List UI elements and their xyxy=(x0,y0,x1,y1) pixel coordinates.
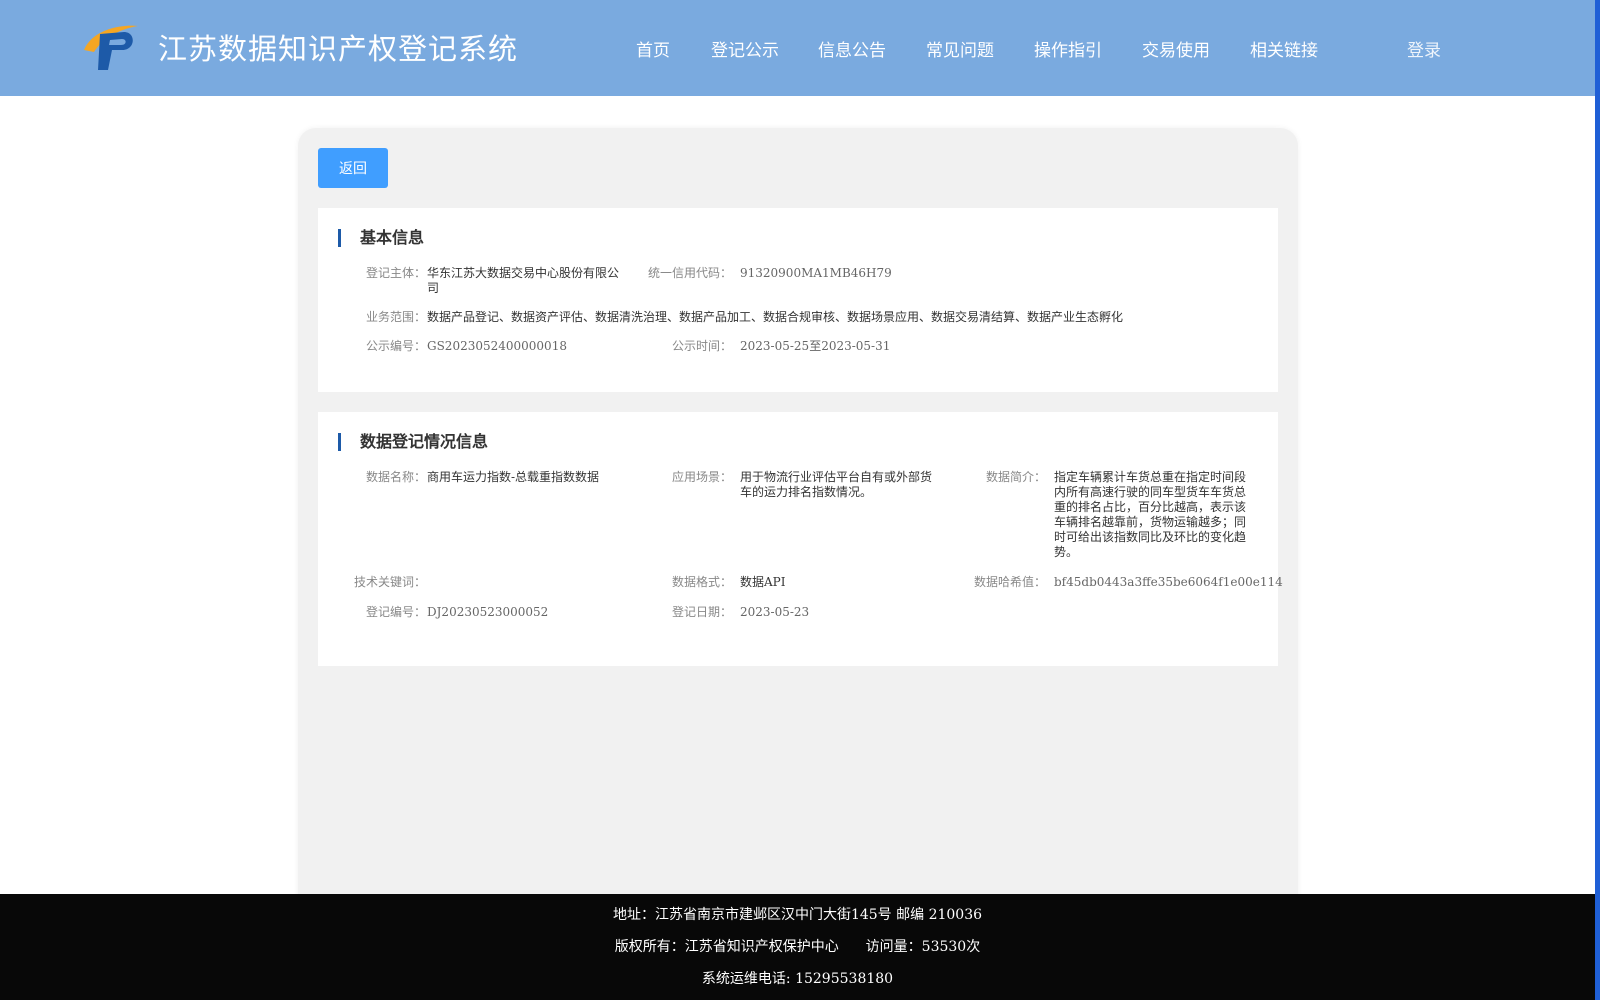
footer-copyright-row: 版权所有：江苏省知识产权保护中心 访问量：53530次 xyxy=(0,936,1595,956)
top-header: 江苏数据知识产权登记系统 首页 登记公示 信息公告 常见问题 操作指引 交易使用… xyxy=(0,0,1595,96)
notice-no-label: 公示编号： xyxy=(365,339,426,353)
intro-line: 势。 xyxy=(1054,545,1079,559)
registration-info-title: 数据登记情况信息 xyxy=(338,432,488,452)
credit-code-label: 统一信用代码： xyxy=(647,266,732,280)
intro-line: 时可给出该指数同比及环比的变化趋 xyxy=(1054,530,1247,544)
nav-registration-notice[interactable]: 登记公示 xyxy=(711,36,779,61)
data-hash-value: bf45db0443a3ffe35be6064f1e00e114 xyxy=(1054,575,1283,589)
scrollbar[interactable] xyxy=(1595,0,1600,1000)
ip-logo-icon[interactable] xyxy=(80,20,140,72)
entity-label: 登记主体： xyxy=(365,266,426,280)
tech-keywords-label: 技术关键词： xyxy=(353,575,426,589)
data-name-label: 数据名称： xyxy=(365,470,426,484)
credit-code-value: 91320900MA1MB46H79 xyxy=(740,266,892,280)
notice-time-label: 公示时间： xyxy=(671,339,732,353)
notice-no-value: GS2023052400000018 xyxy=(427,339,567,353)
intro-line: 重的排名占比，百分比越高，表示该 xyxy=(1054,500,1247,514)
data-hash-label: 数据哈希值： xyxy=(973,575,1046,589)
footer-phone: 系统运维电话: 15295538180 xyxy=(701,971,894,987)
business-scope-label: 业务范围： xyxy=(365,310,426,324)
reg-date-label: 登记日期： xyxy=(671,605,732,619)
application-scene-label: 应用场景： xyxy=(671,470,732,484)
registration-info-card: 数据登记情况信息 数据名称： 商用车运力指数-总载重指数数据 应用场景： 用于物… xyxy=(318,412,1283,666)
data-intro-value: 指定车辆累计车货总重在指定时间段 内所有高速行驶的同车型货车车货总 重的排名占比… xyxy=(1054,470,1254,560)
intro-line: 指定车辆累计车货总重在指定时间段 xyxy=(1054,470,1247,484)
footer-visits: 访问量：53530次 xyxy=(865,939,981,955)
reg-no-label: 登记编号： xyxy=(365,605,426,619)
nav-trade-use[interactable]: 交易使用 xyxy=(1142,36,1210,61)
data-intro-label: 数据简介： xyxy=(985,470,1046,484)
data-format-label: 数据格式： xyxy=(671,575,732,589)
scene-line: 用于物流行业评估平台自有或外部货 xyxy=(740,470,933,484)
intro-line: 车辆排名越靠前，货物运输越多；同 xyxy=(1054,515,1247,529)
nav-announcements[interactable]: 信息公告 xyxy=(818,36,886,61)
site-title[interactable]: 江苏数据知识产权登记系统 xyxy=(158,26,518,68)
nav-faq[interactable]: 常见问题 xyxy=(926,36,994,61)
reg-no-value: DJ20230523000052 xyxy=(427,605,549,619)
business-scope-value: 数据产品登记、数据资产评估、数据清洗治理、数据产品加工、数据合规审核、数据场景应… xyxy=(427,310,1124,324)
detail-panel: 返回 基本信息 登记主体： 华东江苏大数据交易中心股份有限公 司 统一信用代码：… xyxy=(298,128,1298,908)
entity-value: 华东江苏大数据交易中心股份有限公 司 xyxy=(427,266,627,296)
page-footer: 地址：江苏省南京市建邺区汉中门大街145号 邮编 210036 版权所有：江苏省… xyxy=(0,894,1595,1000)
entity-value-line: 华东江苏大数据交易中心股份有限公 xyxy=(427,266,620,280)
nav-guide[interactable]: 操作指引 xyxy=(1034,36,1102,61)
nav-related-links[interactable]: 相关链接 xyxy=(1250,36,1318,61)
footer-address: 地址：江苏省南京市建邺区汉中门大街145号 邮编 210036 xyxy=(612,907,983,923)
back-button[interactable]: 返回 xyxy=(318,148,388,188)
data-format-value: 数据API xyxy=(740,575,786,589)
scene-line: 车的运力排名指数情况。 xyxy=(740,485,873,499)
nav-home[interactable]: 首页 xyxy=(636,36,670,61)
reg-date-value: 2023-05-23 xyxy=(740,605,810,619)
entity-value-line: 司 xyxy=(427,281,440,295)
basic-info-title: 基本信息 xyxy=(338,228,424,248)
login-link[interactable]: 登录 xyxy=(1407,36,1441,61)
intro-line: 内所有高速行驶的同车型货车车货总 xyxy=(1054,485,1247,499)
application-scene-value: 用于物流行业评估平台自有或外部货 车的运力排名指数情况。 xyxy=(740,470,940,500)
footer-copyright: 版权所有：江苏省知识产权保护中心 xyxy=(614,939,839,955)
notice-time-value: 2023-05-25至2023-05-31 xyxy=(740,339,891,353)
basic-info-card: 基本信息 登记主体： 华东江苏大数据交易中心股份有限公 司 统一信用代码： 91… xyxy=(318,208,1278,392)
data-name-value: 商用车运力指数-总载重指数数据 xyxy=(427,470,600,484)
